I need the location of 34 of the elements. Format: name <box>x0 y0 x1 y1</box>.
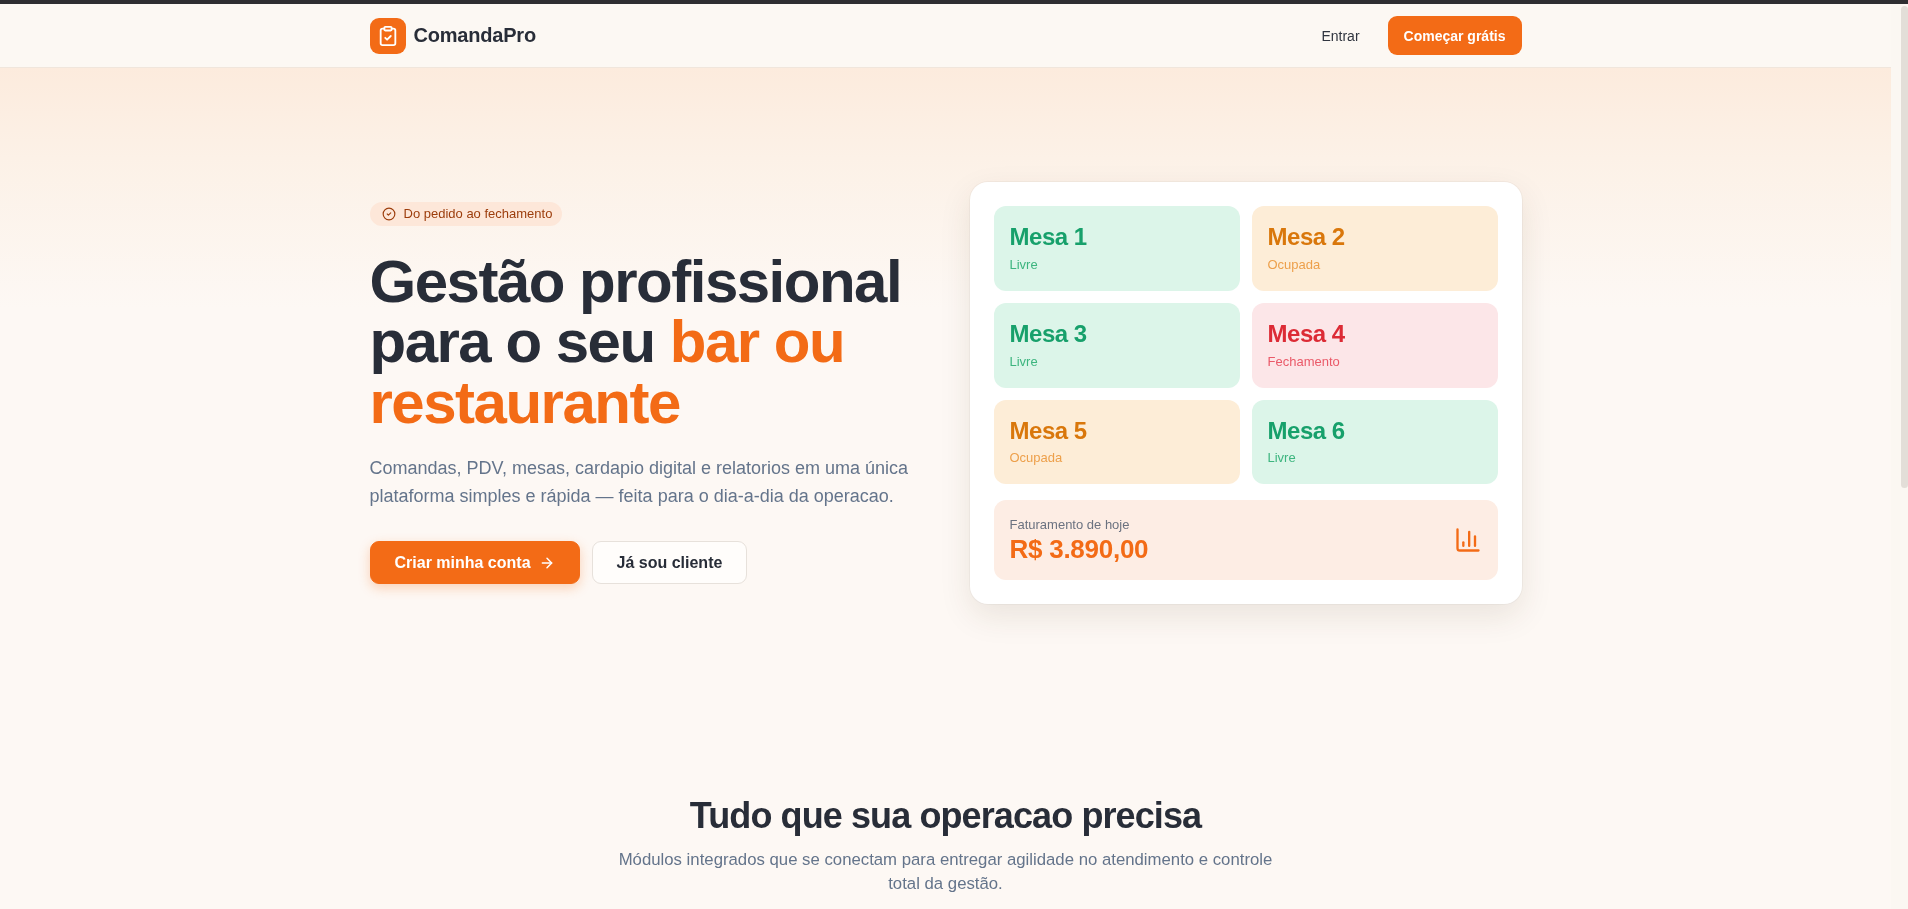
table-status: Livre <box>1009 255 1038 274</box>
table-status: Ocupada <box>1009 449 1063 468</box>
clipboard-check-icon <box>369 17 406 54</box>
scrollbar-thumb[interactable] <box>1901 6 1908 488</box>
start-free-button[interactable]: Começar grátis <box>1387 16 1522 55</box>
table-tile[interactable]: Mesa 3 Livre <box>993 302 1240 388</box>
hero-title: Gestão profissional para o seu bar ou restaurante <box>369 251 903 434</box>
table-tile[interactable]: Mesa 6 Livre <box>1251 399 1498 485</box>
table-status: Livre <box>1009 352 1038 371</box>
table-status: Fechamento <box>1267 352 1340 371</box>
section-title: Tudo que sua operacao precisa <box>689 796 1202 837</box>
revenue-value: R$ 3.890,00 <box>1009 534 1149 565</box>
primary-cta-button[interactable]: Criar minha conta <box>369 541 580 585</box>
table-tile[interactable]: Mesa 2 Ocupada <box>1251 206 1498 291</box>
table-status: Livre <box>1267 449 1296 468</box>
table-tile[interactable]: Mesa 4 Fechamento <box>1251 302 1498 388</box>
table-name: Mesa 4 <box>1267 319 1345 349</box>
login-link[interactable]: Entrar <box>1309 17 1372 54</box>
hero-description: Comandas, PDV, mesas, cardapio digital e relatorios em uma única plataforma simples e rápida — feita para o dia-a-dia da operacao. <box>369 457 910 509</box>
check-circle-icon <box>381 206 396 221</box>
table-status: Ocupada <box>1267 255 1321 274</box>
table-name: Mesa 3 <box>1009 319 1087 349</box>
tagline-text: Do pedido ao fechamento <box>403 205 553 222</box>
table-tile[interactable]: Mesa 1 Livre <box>993 206 1240 291</box>
table-name: Mesa 6 <box>1267 416 1345 446</box>
section-subtitle: Módulos integrados que se conectam para entregar agilidade no atendimento e controle total da gestão. <box>617 849 1274 896</box>
revenue-label: Faturamento de hoje <box>1009 516 1130 535</box>
table-name: Mesa 5 <box>1009 416 1087 446</box>
table-name: Mesa 2 <box>1267 223 1345 252</box>
bar-chart-icon <box>1453 526 1482 555</box>
table-tile[interactable]: Mesa 5 Ocupada <box>993 399 1240 485</box>
secondary-cta-button[interactable]: Já sou cliente <box>591 541 748 585</box>
table-name: Mesa 1 <box>1009 223 1087 252</box>
brand-name: ComandaPro <box>413 24 536 47</box>
